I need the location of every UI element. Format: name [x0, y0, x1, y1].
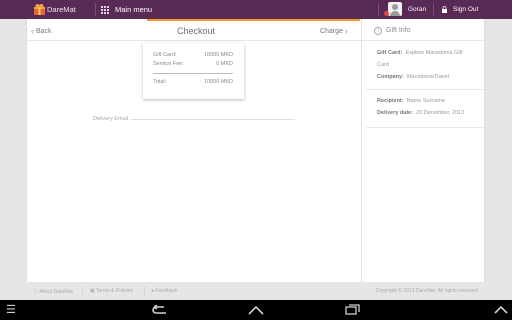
delivery-date-label: Delivery date: — [377, 110, 414, 116]
company-value: MacedoniaTravel — [406, 74, 449, 80]
back-icon[interactable] — [150, 305, 168, 315]
gift-card-info-value-cont: Card — [377, 62, 389, 68]
system-nav-bar: ☰ — [0, 300, 512, 320]
brand-name: DareMat — [47, 5, 76, 14]
service-fee-value: 0 MKD — [216, 61, 233, 67]
info-divider — [366, 89, 484, 90]
gift-info-header: i Gift Info — [362, 21, 484, 41]
delivery-email-label: Delivery Email — [93, 116, 129, 122]
gift-card-info: Gift Card: Explore Macedonia Gift Card C… — [377, 47, 463, 83]
user-name[interactable]: Goran — [408, 6, 426, 13]
feedback-link[interactable]: ● Feedback — [151, 288, 177, 294]
footer: ⓘ About DareMat ▣ Terms & Policies ● Fee… — [26, 284, 485, 298]
back-label: Back — [35, 28, 52, 35]
about-link[interactable]: ⓘ About DareMat — [33, 288, 73, 295]
info-icon: i — [374, 27, 382, 35]
notification-badge[interactable] — [384, 11, 389, 16]
gift-info-title: Gift Info — [386, 27, 411, 34]
home-icon[interactable] — [247, 305, 265, 315]
gift-card-label: Gift Card: — [153, 52, 177, 58]
summary-divider — [153, 73, 233, 74]
charge-label: Charge — [320, 28, 343, 35]
recipient-info: Recipient: Name Surname Delivery date: 2… — [377, 95, 464, 119]
company-label: Company: — [377, 74, 404, 80]
delivery-email-input[interactable] — [131, 119, 295, 120]
gift-card-value: 10000 MKD — [203, 52, 233, 58]
terms-link[interactable]: ▣ Terms & Policies — [90, 288, 133, 294]
footer-divider — [144, 286, 145, 296]
footer-divider — [82, 286, 83, 296]
delivery-date-value: 20 December, 2013 — [416, 110, 465, 116]
total-label: Total: — [153, 79, 167, 85]
chevron-up-icon[interactable] — [494, 305, 508, 315]
recipient-label: Recipient: — [377, 98, 404, 104]
service-fee-label: Service Fee: — [153, 61, 184, 67]
chevron-right-icon: › — [344, 26, 348, 36]
checkout-header: ‹ Back Checkout Charge › — [27, 21, 361, 41]
gift-card-info-label: Gift Card: — [377, 50, 403, 56]
info-divider — [366, 127, 484, 128]
back-button[interactable]: ‹ Back — [31, 26, 52, 36]
column-divider — [361, 19, 362, 282]
page-title: Checkout — [177, 26, 216, 36]
divider — [378, 3, 379, 16]
divider — [95, 3, 96, 16]
sign-out-button[interactable]: Sign Out — [453, 6, 478, 13]
lock-icon — [442, 6, 447, 13]
recent-apps-icon[interactable] — [345, 304, 361, 316]
order-summary-card: Gift Card: 10000 MKD Service Fee: 0 MKD … — [143, 43, 244, 99]
gift-card-info-value: Explore Macedonia Gift — [405, 50, 463, 56]
menu-icon[interactable]: ☰ — [6, 303, 16, 316]
main-menu-button[interactable]: Main menu — [115, 5, 152, 14]
top-bar: DareMat Main menu Goran Sign Out — [0, 0, 512, 19]
charge-button[interactable]: Charge › — [320, 26, 348, 36]
recipient-value: Name Surname — [406, 98, 446, 104]
daremat-logo-icon[interactable] — [33, 3, 46, 16]
total-value: 10000 MKD — [203, 79, 233, 85]
user-avatar[interactable] — [388, 2, 402, 16]
chevron-left-icon: ‹ — [31, 26, 34, 36]
divider — [433, 3, 434, 16]
main-menu-grid-icon[interactable] — [101, 6, 109, 14]
copyright-text: Copyright © 2013 DareMat. All rights res… — [375, 288, 479, 294]
